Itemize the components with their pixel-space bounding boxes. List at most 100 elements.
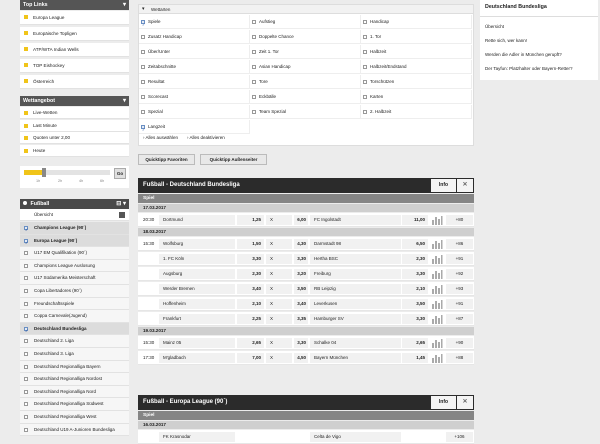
bet-type-option[interactable]: Team Spezial bbox=[250, 105, 361, 119]
draw-odds[interactable]: 6,00 bbox=[294, 215, 308, 225]
bet-type-option[interactable]: Zeitabschnitte bbox=[139, 60, 250, 74]
league-item[interactable]: Deutschland Bundesliga bbox=[20, 322, 129, 337]
checkbox[interactable] bbox=[24, 402, 28, 407]
draw-label[interactable]: X bbox=[266, 254, 292, 264]
league-item[interactable]: Deutschland Regionalliga Nord bbox=[20, 385, 129, 399]
league-item[interactable]: Freundschaftsspiele bbox=[20, 297, 129, 311]
top-link-item[interactable]: TOP Eishockey bbox=[20, 59, 129, 73]
stats-icon[interactable] bbox=[431, 215, 443, 225]
checkbox[interactable] bbox=[24, 415, 28, 419]
away-team[interactable]: Hertha BSC bbox=[310, 254, 401, 264]
more-bets-button[interactable]: +90 bbox=[446, 338, 473, 348]
top-link-item[interactable]: Österreich bbox=[20, 75, 129, 89]
home-odds[interactable]: 1,50 bbox=[237, 239, 264, 249]
wettangebot-item[interactable]: Last Minute bbox=[20, 119, 129, 132]
top-link-item[interactable]: Europa League bbox=[20, 11, 129, 25]
fussball-header[interactable]: Fußball ⊟ ▾ bbox=[20, 199, 129, 209]
away-odds[interactable]: 3,30 bbox=[402, 314, 428, 324]
away-team[interactable]: Schalke 04 bbox=[310, 338, 401, 348]
top-link-item[interactable]: ATP/WTA Indian Wells bbox=[20, 43, 129, 57]
news-link[interactable]: Der Tayfun: Platzhalter oder Bayern-Rett… bbox=[485, 66, 572, 71]
checkbox[interactable] bbox=[141, 110, 145, 114]
collapse-icon[interactable]: ▾ bbox=[142, 5, 145, 14]
draw-label[interactable]: X bbox=[266, 284, 292, 294]
checkbox[interactable] bbox=[363, 20, 367, 24]
away-team[interactable]: FC Ingolstadt bbox=[310, 215, 401, 225]
checkbox[interactable] bbox=[24, 352, 28, 356]
home-team[interactable]: Mainz 05 bbox=[159, 338, 235, 348]
draw-label[interactable]: X bbox=[266, 215, 292, 225]
checkbox[interactable] bbox=[24, 314, 28, 319]
checkbox[interactable] bbox=[24, 251, 28, 256]
bet-type-option[interactable]: Torschützen bbox=[361, 75, 472, 89]
checkbox[interactable] bbox=[24, 325, 28, 337]
bet-type-option[interactable]: Halbzeit/Endstand bbox=[361, 60, 472, 74]
checkbox[interactable] bbox=[252, 20, 256, 24]
bet-type-option[interactable]: Langzeit bbox=[139, 120, 250, 137]
league-item[interactable]: Copa Libertadores (90´) bbox=[20, 285, 129, 298]
stats-icon[interactable] bbox=[431, 284, 443, 294]
bet-type-option[interactable]: Resultat bbox=[139, 75, 250, 89]
bet-types-header[interactable]: Wettarten ▾ bbox=[139, 5, 473, 14]
checkbox[interactable] bbox=[252, 50, 256, 54]
draw-label[interactable]: X bbox=[266, 239, 292, 249]
bet-type-option[interactable]: 1. Tor bbox=[361, 30, 472, 44]
league-item[interactable]: Coppa Carnevale(Jugend) bbox=[20, 310, 129, 323]
draw-odds[interactable]: 3,35 bbox=[294, 314, 308, 324]
home-odds[interactable]: 2,25 bbox=[237, 314, 264, 324]
away-team[interactable]: Celta de Vigo bbox=[310, 432, 401, 442]
wettangebot-item[interactable]: Heute bbox=[20, 144, 129, 157]
checkbox[interactable] bbox=[252, 95, 256, 99]
checkbox[interactable] bbox=[24, 224, 28, 236]
checkbox[interactable] bbox=[141, 123, 145, 137]
stats-icon[interactable] bbox=[431, 353, 443, 363]
checkbox[interactable] bbox=[24, 237, 28, 249]
checkbox[interactable] bbox=[24, 276, 28, 281]
bet-type-option[interactable]: Spezial bbox=[139, 105, 250, 119]
draw-odds[interactable]: 3,30 bbox=[294, 254, 308, 264]
checkbox[interactable] bbox=[141, 65, 145, 69]
league-item[interactable]: Champions League (90´) bbox=[20, 222, 129, 236]
draw-odds[interactable]: 4,50 bbox=[294, 353, 308, 363]
bet-type-option[interactable]: Tore bbox=[250, 75, 361, 89]
fussball-overview-link[interactable]: Übersicht bbox=[20, 209, 129, 221]
checkbox[interactable] bbox=[363, 80, 367, 84]
home-team[interactable]: Dortmund bbox=[159, 215, 235, 225]
collapse-icon[interactable]: ▾ bbox=[123, 96, 126, 106]
stats-icon[interactable] bbox=[431, 338, 443, 348]
away-odds[interactable]: 2,10 bbox=[402, 284, 428, 294]
draw-odds[interactable]: 3,40 bbox=[294, 299, 308, 309]
checkbox[interactable] bbox=[363, 110, 367, 114]
checkbox[interactable] bbox=[252, 80, 256, 84]
league-item[interactable]: Deutschland Regionalliga West bbox=[20, 411, 129, 424]
bet-type-option[interactable]: Aufstieg bbox=[250, 15, 361, 29]
away-odds[interactable]: 3,30 bbox=[402, 269, 428, 279]
top-link-item[interactable]: Europäische Topligen bbox=[20, 27, 129, 41]
home-odds[interactable]: 1,25 bbox=[237, 215, 264, 225]
go-button[interactable]: Go bbox=[114, 168, 126, 179]
checkbox[interactable] bbox=[252, 110, 256, 114]
news-link[interactable]: Rette sich, wer kann! bbox=[485, 38, 527, 43]
time-slider-handle[interactable] bbox=[42, 168, 46, 177]
league-item[interactable]: Deutschland 2. Liga bbox=[20, 335, 129, 348]
league-item[interactable]: Deutschland U19 A-Junioren Bundesliga bbox=[20, 423, 129, 437]
checkbox[interactable] bbox=[363, 65, 367, 69]
stats-icon[interactable] bbox=[431, 269, 443, 279]
home-odds[interactable]: 7,00 bbox=[237, 353, 264, 363]
away-odds[interactable]: 1,45 bbox=[402, 353, 428, 363]
away-team[interactable]: Leverkusen bbox=[310, 299, 401, 309]
checkbox[interactable] bbox=[252, 35, 256, 39]
checkbox[interactable] bbox=[24, 364, 28, 369]
bet-type-option[interactable]: Doppelte Chance bbox=[250, 30, 361, 44]
home-team[interactable]: M'gladbach bbox=[159, 353, 235, 363]
home-odds[interactable]: 2,30 bbox=[237, 269, 264, 279]
checkbox[interactable] bbox=[141, 50, 145, 54]
bet-type-option[interactable]: Über/Unter bbox=[139, 45, 250, 59]
league-item[interactable]: Deutschland 3. Liga bbox=[20, 348, 129, 361]
close-icon[interactable]: ✕ bbox=[457, 179, 473, 192]
home-team[interactable]: Frankfurt bbox=[159, 314, 235, 324]
checkbox[interactable] bbox=[141, 18, 145, 32]
deselect-all-link[interactable]: › Alles deaktivieren bbox=[187, 135, 225, 140]
away-odds[interactable]: 2,30 bbox=[402, 254, 428, 264]
select-all-link[interactable]: › Alles auswählen bbox=[143, 135, 178, 140]
